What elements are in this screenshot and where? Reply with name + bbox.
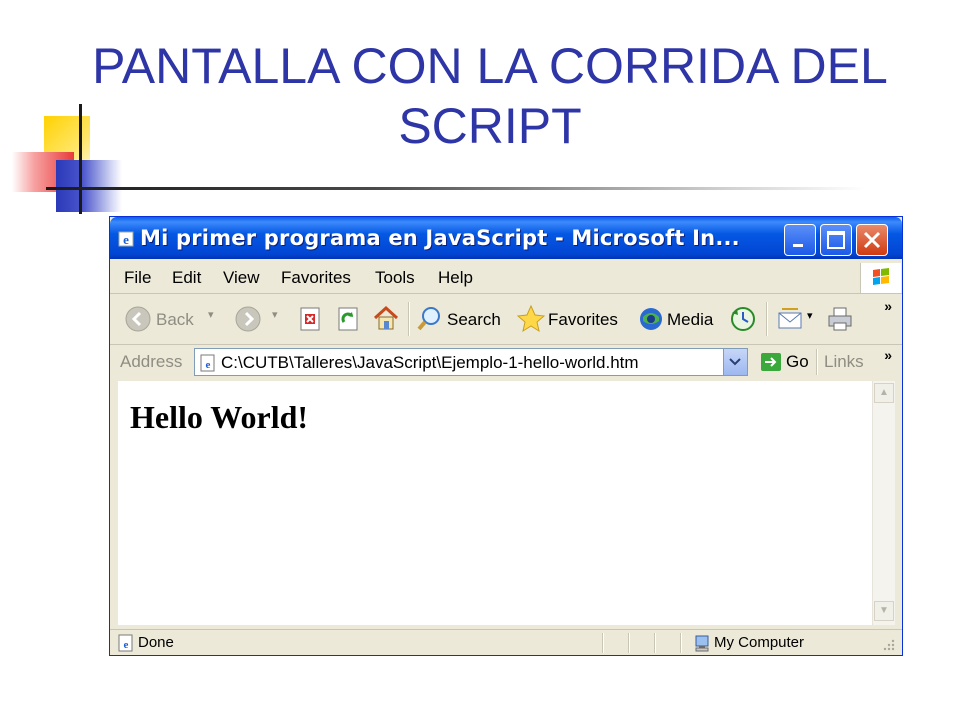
resize-grip-icon[interactable] bbox=[882, 638, 896, 652]
forward-icon[interactable] bbox=[234, 305, 262, 333]
mail-dropdown-arrow-icon[interactable]: ▾ bbox=[807, 309, 813, 322]
menu-help[interactable]: Help bbox=[438, 268, 473, 288]
maximize-button[interactable] bbox=[820, 224, 852, 256]
standard-toolbar: Back ▾ ▾ Search Favorites Media ▾ » bbox=[110, 294, 902, 345]
decor-blue-square bbox=[56, 160, 122, 212]
decor-horizontal-line bbox=[46, 187, 866, 190]
stop-icon[interactable] bbox=[298, 306, 322, 332]
browser-window: e Mi primer programa en JavaScript - Mic… bbox=[109, 216, 903, 656]
status-separator bbox=[654, 633, 656, 653]
svg-text:e: e bbox=[206, 359, 211, 371]
page-content: Hello World! bbox=[118, 381, 872, 625]
status-zone: My Computer bbox=[714, 634, 805, 651]
scroll-down-arrow-icon[interactable]: ▼ bbox=[874, 601, 894, 621]
address-bar: Address e C:\CUTB\Talleres\JavaScript\Ej… bbox=[110, 345, 902, 379]
page-icon: e bbox=[200, 354, 215, 372]
address-dropdown-button[interactable] bbox=[723, 349, 747, 375]
back-icon[interactable] bbox=[124, 305, 152, 333]
back-dropdown-arrow-icon[interactable]: ▾ bbox=[208, 308, 214, 321]
media-icon[interactable] bbox=[637, 305, 665, 333]
status-separator bbox=[602, 633, 604, 653]
address-value: C:\CUTB\Talleres\JavaScript\Ejemplo-1-he… bbox=[221, 353, 639, 372]
close-button[interactable] bbox=[856, 224, 888, 256]
menu-file[interactable]: File bbox=[124, 268, 151, 288]
media-button[interactable]: Media bbox=[667, 310, 713, 330]
status-separator bbox=[628, 633, 630, 653]
menu-view[interactable]: View bbox=[223, 268, 260, 288]
menu-favorites[interactable]: Favorites bbox=[281, 268, 351, 288]
toolbar-more-chevron-icon[interactable]: » bbox=[884, 298, 892, 314]
minimize-button[interactable] bbox=[784, 224, 816, 256]
ie-icon: e bbox=[118, 231, 134, 247]
slide-title: PANTALLA CON LA CORRIDA DEL SCRIPT bbox=[40, 36, 940, 156]
window-title: Mi primer programa en JavaScript - Micro… bbox=[140, 226, 740, 250]
favorites-star-icon[interactable] bbox=[516, 304, 546, 334]
favorites-button[interactable]: Favorites bbox=[548, 310, 618, 330]
print-icon[interactable] bbox=[826, 305, 854, 333]
svg-text:e: e bbox=[124, 639, 129, 651]
refresh-icon[interactable] bbox=[336, 306, 360, 332]
forward-dropdown-arrow-icon[interactable]: ▾ bbox=[272, 308, 278, 321]
links-button[interactable]: Links bbox=[824, 352, 864, 372]
go-button[interactable]: Go bbox=[786, 352, 809, 372]
back-button[interactable]: Back bbox=[156, 310, 194, 330]
menu-tools[interactable]: Tools bbox=[375, 268, 415, 288]
page-text: Hello World! bbox=[130, 399, 309, 435]
page-done-icon: e bbox=[118, 634, 133, 652]
status-text: Done bbox=[138, 634, 174, 651]
chevron-down-icon bbox=[729, 358, 741, 366]
status-separator bbox=[680, 633, 682, 653]
mail-icon[interactable] bbox=[776, 305, 804, 333]
svg-text:e: e bbox=[123, 232, 129, 247]
address-input[interactable]: e C:\CUTB\Talleres\JavaScript\Ejemplo-1-… bbox=[194, 348, 748, 376]
menu-bar: File Edit View Favorites Tools Help bbox=[110, 261, 902, 294]
links-more-chevron-icon[interactable]: » bbox=[884, 347, 892, 363]
search-button[interactable]: Search bbox=[447, 310, 501, 330]
address-separator bbox=[816, 349, 818, 375]
close-icon bbox=[863, 231, 881, 249]
home-icon[interactable] bbox=[372, 304, 400, 332]
search-icon[interactable] bbox=[416, 305, 444, 333]
go-arrow-icon[interactable] bbox=[760, 352, 782, 372]
slide-title-line2: SCRIPT bbox=[398, 98, 582, 154]
minimize-icon bbox=[793, 244, 803, 247]
history-icon[interactable] bbox=[729, 305, 757, 333]
slide-title-line1: PANTALLA CON LA CORRIDA DEL bbox=[92, 38, 888, 94]
vertical-scrollbar[interactable]: ▲ ▼ bbox=[872, 381, 895, 625]
toolbar-separator bbox=[408, 302, 410, 336]
title-bar[interactable]: e Mi primer programa en JavaScript - Mic… bbox=[110, 217, 902, 259]
menu-edit[interactable]: Edit bbox=[172, 268, 201, 288]
my-computer-icon bbox=[695, 635, 709, 652]
address-label: Address bbox=[120, 352, 183, 371]
status-bar: e Done My Computer bbox=[110, 629, 902, 656]
toolbar-separator bbox=[766, 302, 768, 336]
scroll-up-arrow-icon[interactable]: ▲ bbox=[874, 383, 894, 403]
maximize-icon bbox=[827, 231, 845, 249]
windows-logo-icon bbox=[860, 263, 901, 293]
